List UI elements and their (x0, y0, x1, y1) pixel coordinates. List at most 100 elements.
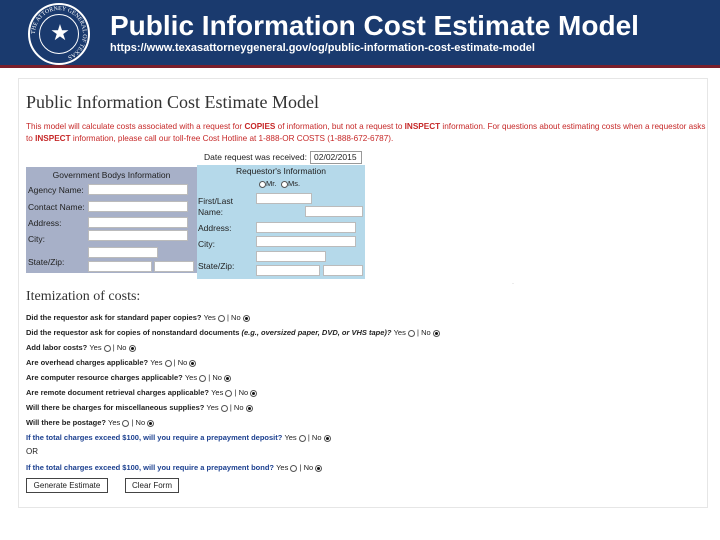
gov-zip-input[interactable] (154, 261, 194, 272)
yes-radio[interactable] (164, 359, 172, 367)
question-text: If the total charges exceed $100, will y… (26, 463, 274, 472)
page-url: https://www.texasattorneygeneral.gov/og/… (110, 42, 535, 54)
agency-name-input[interactable] (88, 184, 188, 195)
gov-address-line2-input[interactable] (88, 230, 188, 241)
first-name-input[interactable] (256, 193, 312, 204)
yes-option[interactable]: Yes (89, 343, 111, 352)
question-text: Did the requestor ask for standard paper… (26, 313, 202, 322)
question-prepayment-bond: If the total charges exceed $100, will y… (26, 463, 323, 472)
ms-label: Ms. (288, 179, 301, 188)
no-option[interactable]: No (304, 463, 323, 472)
yes-option[interactable]: Yes (206, 403, 228, 412)
yes-option[interactable]: Yes (394, 328, 415, 337)
yes-radio[interactable] (217, 314, 225, 322)
yes-radio[interactable] (225, 389, 233, 397)
req-state-input[interactable] (256, 265, 320, 276)
yes-option[interactable]: Yes (284, 433, 306, 442)
yes-option[interactable]: Yes (204, 313, 225, 322)
intro-inspect-2: INSPECT (35, 134, 71, 143)
agency-name-label: Agency Name: (28, 185, 84, 195)
no-radio[interactable] (250, 389, 258, 397)
req-address-line2-input[interactable] (256, 236, 356, 247)
req-address-input[interactable] (256, 222, 356, 233)
question-labor-costs: Add labor costs? Yes | No (26, 343, 136, 352)
no-radio[interactable] (245, 404, 253, 412)
yes-radio[interactable] (298, 434, 306, 442)
separator: | (307, 433, 310, 442)
no-option[interactable]: No (212, 373, 231, 382)
yes-option[interactable]: Yes (184, 373, 207, 382)
question-miscellaneous-supplies: Will there be charges for miscellaneous … (26, 403, 253, 412)
intro-part-2: of information, but not a request to (275, 122, 405, 131)
no-option[interactable]: No (117, 343, 136, 352)
no-option[interactable]: No (178, 358, 197, 367)
gov-city-input[interactable] (88, 247, 158, 258)
no-option[interactable]: No (231, 313, 250, 322)
no-radio[interactable] (128, 344, 136, 352)
no-option[interactable]: No (421, 328, 440, 337)
yes-label: Yes (393, 328, 406, 337)
question-text: Will there be postage? (26, 418, 106, 427)
question-computer-resource-charges: Are computer resource charges applicable… (26, 373, 231, 382)
yes-option[interactable]: Yes (108, 418, 130, 427)
itemization-heading: Itemization of costs: (26, 289, 141, 304)
yes-option[interactable]: Yes (211, 388, 233, 397)
intro-inspect: INSPECT (404, 122, 441, 131)
no-radio[interactable] (189, 359, 197, 367)
mr-radio[interactable] (259, 180, 266, 188)
no-option[interactable]: No (312, 433, 331, 442)
yes-radio[interactable] (122, 419, 130, 427)
separator: | (229, 403, 232, 412)
yes-option[interactable]: Yes (276, 463, 298, 472)
yes-label: Yes (206, 403, 219, 412)
yes-radio[interactable] (290, 464, 298, 472)
gov-state-zip-label: State/Zip: (28, 257, 65, 267)
yes-label: Yes (211, 388, 224, 397)
yes-label: Yes (89, 343, 102, 352)
no-label: No (421, 328, 431, 337)
question-text: Are overhead charges applicable? (26, 358, 149, 367)
separator: | (234, 388, 237, 397)
no-option[interactable]: No (239, 388, 258, 397)
yes-option[interactable]: Yes (150, 358, 172, 367)
req-state-zip-label: State/Zip: (198, 261, 235, 271)
contact-name-input[interactable] (88, 201, 188, 212)
no-label: No (231, 313, 241, 322)
no-radio[interactable] (147, 419, 155, 427)
generate-estimate-button[interactable]: Generate Estimate (26, 478, 108, 493)
req-zip-input[interactable] (323, 265, 363, 276)
yes-radio[interactable] (103, 344, 111, 352)
clear-form-button[interactable]: Clear Form (125, 478, 179, 493)
no-label: No (135, 418, 146, 427)
no-radio[interactable] (323, 434, 331, 442)
gov-city-label: City: (28, 234, 45, 244)
question-example: (e.g., oversized paper, DVD, or VHS tape… (241, 328, 392, 337)
separator: | (299, 463, 302, 472)
yes-radio[interactable] (407, 329, 415, 337)
yes-radio[interactable] (220, 404, 228, 412)
question-text: If the total charges exceed $100, will y… (26, 433, 283, 442)
salutation-ms[interactable]: Ms. (281, 179, 300, 188)
gov-address-input[interactable] (88, 217, 188, 228)
last-name-input[interactable] (305, 206, 363, 217)
no-radio[interactable] (315, 464, 323, 472)
question-text: Did the requestor ask for copies of nons… (26, 328, 242, 337)
date-received-input[interactable]: 02/02/2015 (310, 151, 362, 164)
no-option[interactable]: No (234, 403, 253, 412)
no-radio[interactable] (242, 314, 250, 322)
no-option[interactable]: No (136, 418, 155, 427)
no-label: No (233, 403, 244, 412)
question-prepayment-deposit: If the total charges exceed $100, will y… (26, 433, 331, 442)
ms-radio[interactable] (281, 180, 288, 188)
no-radio[interactable] (224, 374, 231, 382)
form-title: Public Information Cost Estimate Model (26, 92, 319, 112)
salutation-mr[interactable]: Mr. (259, 179, 276, 188)
slide-header: THE ATTORNEY GENERAL OF TEXAS ★ Public I… (0, 0, 720, 68)
yes-label: Yes (184, 373, 198, 382)
req-city-input[interactable] (256, 251, 326, 262)
gov-state-input[interactable] (88, 261, 152, 272)
no-radio[interactable] (432, 329, 440, 337)
no-label: No (212, 373, 222, 382)
yes-radio[interactable] (199, 374, 207, 382)
no-label: No (311, 433, 322, 442)
